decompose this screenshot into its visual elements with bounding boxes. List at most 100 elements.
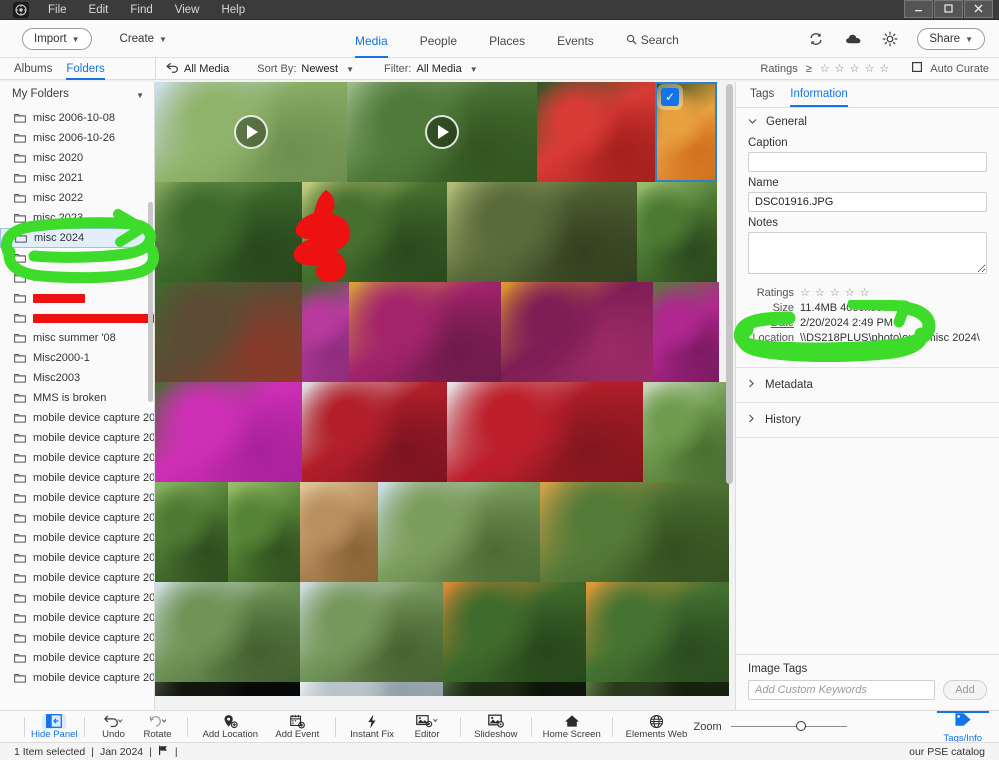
folder-row[interactable]: misc 2022 [0,188,154,208]
auto-curate-label[interactable]: Auto Curate [930,63,989,75]
tab-tags[interactable]: Tags [750,88,774,107]
tab-information[interactable]: Information [790,88,848,107]
add-location-button[interactable]: Add Location [194,711,266,743]
folder-row[interactable]: mobile device capture 2013.. [0,528,154,548]
thumbnail[interactable] [447,382,643,482]
thumbnail[interactable] [586,682,729,696]
ratings-stars[interactable]: ☆ ☆ ☆ ☆ ☆ [820,62,891,75]
tab-places[interactable]: Places [489,35,525,58]
thumbnail[interactable] [155,82,347,182]
sort-by-dropdown[interactable]: Sort By: Newest [257,63,338,75]
tab-search[interactable]: Search [626,34,679,58]
thumbnail[interactable] [586,582,729,682]
zoom-slider[interactable] [730,721,847,731]
minimize-button[interactable] [904,0,933,18]
ratings-stars[interactable]: ☆ ☆ ☆ ☆ ☆ [800,286,871,301]
filter-dropdown[interactable]: Filter: All Media [384,63,462,75]
zoom-slider-handle[interactable] [795,721,806,731]
menu-item-find[interactable]: Find [130,4,152,16]
folder-row-redacted[interactable] [0,288,154,308]
all-media-back-button[interactable]: All Media [166,62,229,76]
folder-row[interactable]: mobile device capture 2015.. [0,668,154,688]
metadata-section-header[interactable]: Metadata [736,368,999,402]
grid-scrollbar[interactable] [726,84,733,484]
thumbnail[interactable] [155,582,300,682]
thumbnail[interactable] [155,682,300,696]
thumbnail[interactable] [537,82,655,182]
thumbnail[interactable] [155,382,302,482]
thumbnail[interactable] [443,582,586,682]
folder-row[interactable]: misc 2006-10-26 [0,128,154,148]
sidebar-scrollbar[interactable] [148,202,153,402]
menu-item-file[interactable]: File [48,4,67,16]
flag-icon[interactable] [158,745,169,759]
tab-events[interactable]: Events [557,35,594,58]
thumbnail[interactable] [349,282,501,382]
menu-item-view[interactable]: View [175,4,200,16]
thumbnail[interactable] [653,282,719,382]
caption-input[interactable] [748,152,987,172]
folder-row[interactable]: misc 2024 [0,228,150,248]
add-event-button[interactable]: Add Event [266,711,328,743]
my-folders-header[interactable]: My Folders ▼ [0,82,154,104]
folder-row[interactable]: misc 2024 [0,248,154,268]
thumbnail[interactable] [228,482,300,582]
folder-row[interactable]: mobile device capture 2013.. [0,508,154,528]
thumbnail[interactable] [378,482,540,582]
thumbnail[interactable] [347,82,537,182]
chevron-down-icon[interactable]: ▼ [346,65,354,74]
folder-row[interactable]: mobile device capture 2012.. [0,428,154,448]
folder-row[interactable]: mobile device capture 2015.. [0,648,154,668]
notes-input[interactable] [748,232,987,274]
folder-row[interactable]: misc 2006-10-08 [0,108,154,128]
folder-row[interactable]: misc fall 06 [0,268,154,288]
home-screen-button[interactable]: Home Screen [539,711,605,743]
folder-list[interactable]: misc 2006-10-08 misc 2006-10-26 misc 2020 m… [0,108,154,710]
folder-row[interactable]: misc 2021 [0,168,154,188]
thumbnail-selected[interactable]: ✓ [655,82,717,182]
brightness-icon[interactable] [880,29,900,49]
folder-row[interactable]: MMS is broken [0,388,154,408]
thumbnail[interactable] [443,682,586,696]
tab-media[interactable]: Media [355,35,388,58]
create-button[interactable]: Create ▼ [120,28,167,50]
general-section-header[interactable]: General [736,108,999,132]
share-button[interactable]: Share ▼ [917,27,985,50]
add-tag-button[interactable]: Add [943,680,987,700]
menu-item-help[interactable]: Help [221,4,245,16]
auto-curate-checkbox[interactable] [912,62,923,75]
folder-row[interactable]: mobile device capture 2015.. [0,608,154,628]
thumbnail[interactable] [155,482,228,582]
folder-row[interactable]: mobile device capture 2015.. [0,588,154,608]
thumbnail[interactable] [447,182,637,282]
folder-row[interactable]: mobile device capture 2014.. [0,548,154,568]
folder-row[interactable]: mobile device capture 2015.. [0,568,154,588]
folder-row[interactable]: mobile device capture 2015.. [0,628,154,648]
tab-albums[interactable]: Albums [14,63,52,80]
date-label[interactable]: Date [748,316,794,331]
rotate-button[interactable]: Rotate [136,711,180,743]
thumbnail[interactable] [300,682,443,696]
selection-checkbox[interactable]: ✓ [661,88,679,106]
thumbnail[interactable] [155,282,302,382]
folder-row[interactable]: Misc2003 [0,368,154,388]
folder-row[interactable]: misc 2023 [0,208,154,228]
thumbnail[interactable] [302,282,349,382]
undo-button[interactable]: Undo [92,711,136,743]
folder-row[interactable]: mobile device capture 2012.. [0,468,154,488]
name-input[interactable] [748,192,987,212]
thumbnail[interactable] [155,182,302,282]
tab-people[interactable]: People [420,35,457,58]
media-grid[interactable]: ✓ [155,82,735,696]
folder-row[interactable]: mobile device capture 2013.. [0,488,154,508]
cloud-icon[interactable] [843,29,863,49]
folder-row[interactable]: misc summer '08 [0,328,154,348]
menu-item-edit[interactable]: Edit [89,4,109,16]
tab-folders[interactable]: Folders [66,63,105,80]
play-icon[interactable] [425,115,459,149]
audio-label[interactable]: Audio [748,346,794,361]
folder-row[interactable]: mobile device capture 2012.. [0,448,154,468]
chevron-down-icon[interactable]: ▼ [470,65,478,74]
thumbnail[interactable] [643,382,729,482]
folder-row[interactable]: misc 2020 [0,148,154,168]
